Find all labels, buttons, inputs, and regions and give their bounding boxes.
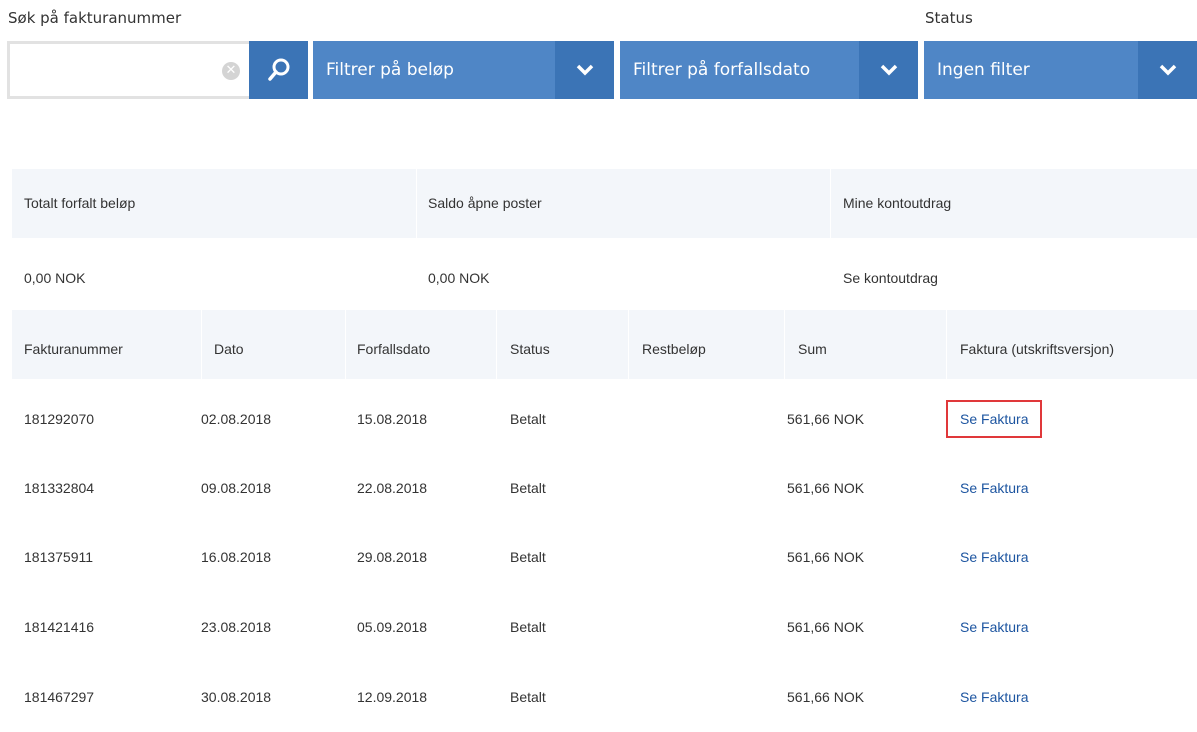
status-value: Betalt xyxy=(510,480,546,496)
search-label: Søk på fakturanummer xyxy=(8,9,182,27)
invoice-date: 16.08.2018 xyxy=(201,549,272,565)
table-row: 181467297 30.08.2018 12.09.2018 Betalt 5… xyxy=(12,662,1197,705)
invoice-number: 181292070 xyxy=(24,411,95,427)
invoice-number: 181332804 xyxy=(24,480,95,496)
invoice-date: 23.08.2018 xyxy=(201,619,272,635)
invoice-date: 09.08.2018 xyxy=(201,480,272,496)
chevron-down-icon[interactable] xyxy=(859,41,918,99)
divider xyxy=(496,310,497,379)
search-input[interactable] xyxy=(16,54,210,86)
table-row: 181292070 02.08.2018 15.08.2018 Betalt 5… xyxy=(12,384,1197,454)
status-value: Betalt xyxy=(510,549,546,565)
sum-value: 561,66 NOK xyxy=(787,549,865,565)
view-invoice-link[interactable]: Se Faktura xyxy=(960,453,1028,523)
summary-header-total-due: Totalt forfalt beløp xyxy=(24,195,136,211)
invoice-date: 02.08.2018 xyxy=(201,411,272,427)
summary-header-statements: Mine kontoutdrag xyxy=(843,195,952,211)
column-header-invoice-print[interactable]: Faktura (utskriftsversjon) xyxy=(960,310,1114,379)
view-invoice-link[interactable]: Se Faktura xyxy=(945,400,1043,438)
column-header-remaining[interactable]: Restbeløp xyxy=(642,310,706,379)
invoice-date: 30.08.2018 xyxy=(201,689,272,705)
status-filter-dropdown[interactable]: Ingen filter xyxy=(924,41,1197,99)
column-header-due-date[interactable]: Forfallsdato xyxy=(357,310,430,379)
divider xyxy=(416,169,417,238)
due-date-filter-dropdown[interactable]: Filtrer på forfallsdato xyxy=(620,41,918,99)
invoice-number: 181421416 xyxy=(24,619,95,635)
search-field[interactable]: ✕ xyxy=(7,41,249,99)
search-icon xyxy=(267,58,289,81)
due-date: 22.08.2018 xyxy=(357,480,428,496)
divider xyxy=(201,310,202,379)
invoice-table-header: Fakturanummer Dato Forfallsdato Status R… xyxy=(12,310,1197,379)
divider xyxy=(628,310,629,379)
status-value: Betalt xyxy=(510,411,546,427)
search-button[interactable] xyxy=(249,41,308,99)
column-header-invoice-number[interactable]: Fakturanummer xyxy=(24,310,123,379)
view-invoice-link[interactable]: Se Faktura xyxy=(960,522,1028,592)
column-header-status[interactable]: Status xyxy=(510,310,550,379)
open-balance-value: 0,00 NOK xyxy=(428,270,490,286)
column-header-sum[interactable]: Sum xyxy=(798,310,827,379)
column-header-date[interactable]: Dato xyxy=(214,310,244,379)
sum-value: 561,66 NOK xyxy=(787,689,865,705)
table-row: 181375911 16.08.2018 29.08.2018 Betalt 5… xyxy=(12,522,1197,592)
sum-value: 561,66 NOK xyxy=(787,480,865,496)
statements-link[interactable]: Se kontoutdrag xyxy=(843,270,938,286)
sum-value: 561,66 NOK xyxy=(787,411,865,427)
due-date: 15.08.2018 xyxy=(357,411,428,427)
summary-header-open-balance: Saldo åpne poster xyxy=(428,195,542,211)
divider xyxy=(784,310,785,379)
invoice-number: 181467297 xyxy=(24,689,95,705)
summary-header: Totalt forfalt beløp Saldo åpne poster M… xyxy=(12,169,1197,238)
table-row: 181332804 09.08.2018 22.08.2018 Betalt 5… xyxy=(12,453,1197,523)
chevron-down-icon[interactable] xyxy=(555,41,614,99)
status-label: Status xyxy=(925,9,973,27)
due-date-filter-label: Filtrer på forfallsdato xyxy=(633,60,811,80)
due-date: 12.09.2018 xyxy=(357,689,428,705)
divider xyxy=(345,310,346,379)
divider xyxy=(830,169,831,238)
total-due-value: 0,00 NOK xyxy=(24,270,86,286)
due-date: 29.08.2018 xyxy=(357,549,428,565)
sum-value: 561,66 NOK xyxy=(787,619,865,635)
view-invoice-link[interactable]: Se Faktura xyxy=(960,662,1028,732)
due-date: 05.09.2018 xyxy=(357,619,428,635)
amount-filter-label: Filtrer på beløp xyxy=(326,60,454,80)
amount-filter-dropdown[interactable]: Filtrer på beløp xyxy=(313,41,614,99)
view-invoice-link[interactable]: Se Faktura xyxy=(960,592,1028,662)
status-filter-label: Ingen filter xyxy=(937,60,1030,80)
chevron-down-icon[interactable] xyxy=(1138,41,1197,99)
status-value: Betalt xyxy=(510,619,546,635)
invoice-number: 181375911 xyxy=(24,549,94,565)
table-row: 181421416 23.08.2018 05.09.2018 Betalt 5… xyxy=(12,592,1197,662)
divider xyxy=(946,310,947,379)
clear-icon[interactable]: ✕ xyxy=(222,62,240,80)
status-value: Betalt xyxy=(510,689,546,705)
